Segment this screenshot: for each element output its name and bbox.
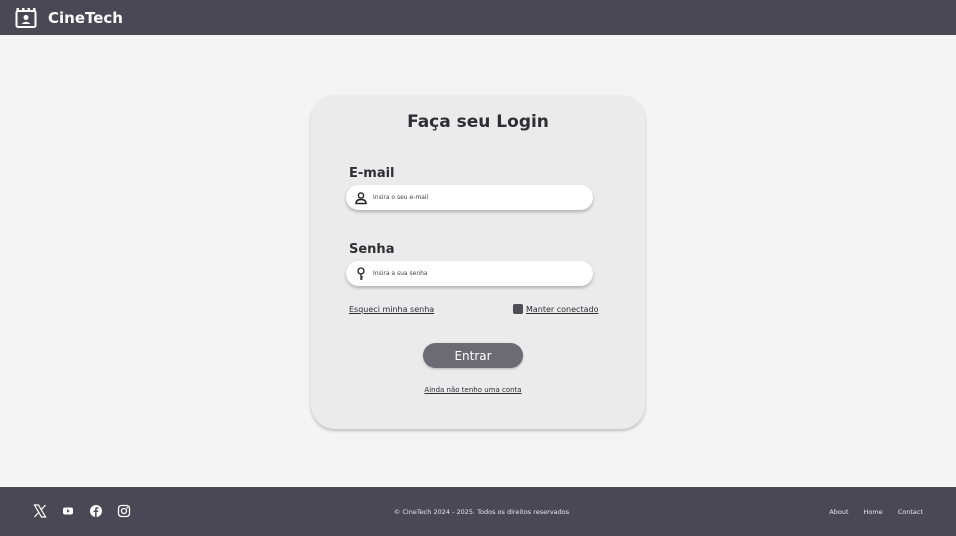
top-bar: CineTech	[0, 0, 956, 35]
remember-checkbox[interactable]	[513, 304, 523, 314]
footer-link-home[interactable]: Home	[864, 508, 883, 516]
footer-link-contact[interactable]: Contact	[898, 508, 923, 516]
footer-link-about[interactable]: About	[829, 508, 848, 516]
user-icon	[354, 191, 368, 205]
password-field-wrapper[interactable]	[346, 261, 593, 286]
login-button[interactable]: Entrar	[423, 343, 523, 368]
forgot-password-link[interactable]: Esqueci minha senha	[349, 305, 434, 314]
password-input[interactable]	[373, 270, 573, 277]
copyright-text: © CineTech 2024 - 2025. Todos os direito…	[393, 508, 570, 516]
email-field-wrapper[interactable]	[346, 185, 593, 210]
password-label: Senha	[349, 242, 395, 257]
footer: © CineTech 2024 - 2025. Todos os direito…	[0, 487, 956, 536]
remember-me[interactable]: Manter conectado	[513, 304, 598, 314]
remember-label[interactable]: Manter conectado	[526, 305, 598, 314]
login-title: Faça seu Login	[407, 112, 549, 132]
signup-link[interactable]: Ainda não tenho uma conta	[311, 386, 635, 394]
clapperboard-icon[interactable]	[15, 7, 37, 29]
email-input[interactable]	[373, 194, 573, 201]
key-icon	[354, 266, 368, 281]
footer-nav: About Home Contact	[814, 508, 923, 516]
brand-name[interactable]: CineTech	[48, 9, 123, 27]
login-card: Faça seu Login E-mail Senha Esqueci minh…	[311, 95, 645, 429]
email-label: E-mail	[349, 166, 395, 181]
